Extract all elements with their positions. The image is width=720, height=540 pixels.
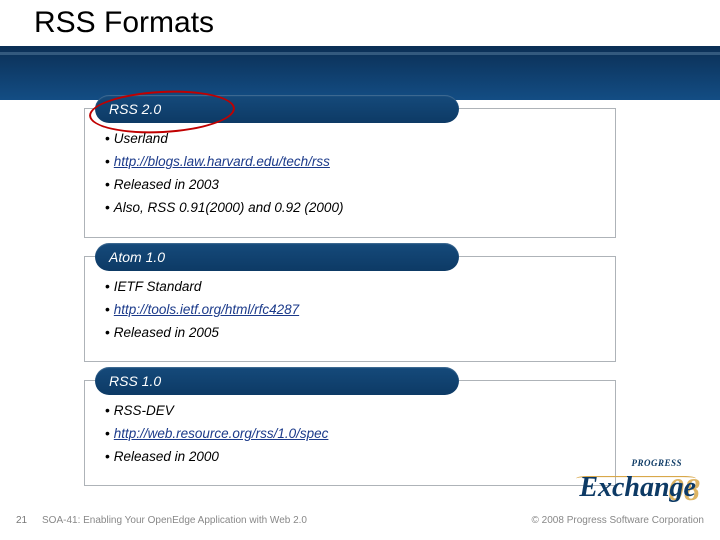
list-item: Released in 2003 <box>105 173 343 196</box>
footer-subtitle: SOA-41: Enabling Your OpenEdge Applicati… <box>42 515 307 526</box>
panel-heading: RSS 1.0 <box>95 367 459 395</box>
list-item: Userland <box>105 127 343 150</box>
title-stripe <box>0 52 720 55</box>
list-item: Released in 2000 <box>105 445 328 468</box>
panel-atom: Atom 1.0 IETF Standard http://tools.ietf… <box>84 256 616 362</box>
bullet-list: Userland http://blogs.law.harvard.edu/te… <box>105 127 343 219</box>
panel-heading: RSS 2.0 <box>95 95 459 123</box>
list-item: http://web.resource.org/rss/1.0/spec <box>105 422 328 445</box>
page-number: 21 <box>16 515 27 526</box>
list-item: http://tools.ietf.org/html/rfc4287 <box>105 298 299 321</box>
footer: 21 SOA-41: Enabling Your OpenEdge Applic… <box>0 516 720 540</box>
bullet-list: IETF Standard http://tools.ietf.org/html… <box>105 275 299 344</box>
slide-title: RSS Formats <box>34 6 214 40</box>
link[interactable]: http://blogs.law.harvard.edu/tech/rss <box>114 154 330 169</box>
list-item: http://blogs.law.harvard.edu/tech/rss <box>105 150 343 173</box>
link[interactable]: http://tools.ietf.org/html/rfc4287 <box>114 302 299 317</box>
exchange-logo: PROGRESS 08 Exchange <box>496 464 696 504</box>
panel-rss2: RSS 2.0 Userland http://blogs.law.harvar… <box>84 108 616 238</box>
logo-brand-word: Exchange <box>579 472 696 504</box>
list-item: IETF Standard <box>105 275 299 298</box>
bullet-list: RSS-DEV http://web.resource.org/rss/1.0/… <box>105 399 328 468</box>
list-item: RSS-DEV <box>105 399 328 422</box>
list-item: Also, RSS 0.91(2000) and 0.92 (2000) <box>105 196 343 219</box>
list-item: Released in 2005 <box>105 321 299 344</box>
logo-brand-small: PROGRESS <box>631 458 682 468</box>
link[interactable]: http://web.resource.org/rss/1.0/spec <box>114 426 329 441</box>
slide: RSS Formats RSS 2.0 Userland http://blog… <box>0 0 720 540</box>
footer-copyright: © 2008 Progress Software Corporation <box>532 515 704 526</box>
panel-heading: Atom 1.0 <box>95 243 459 271</box>
